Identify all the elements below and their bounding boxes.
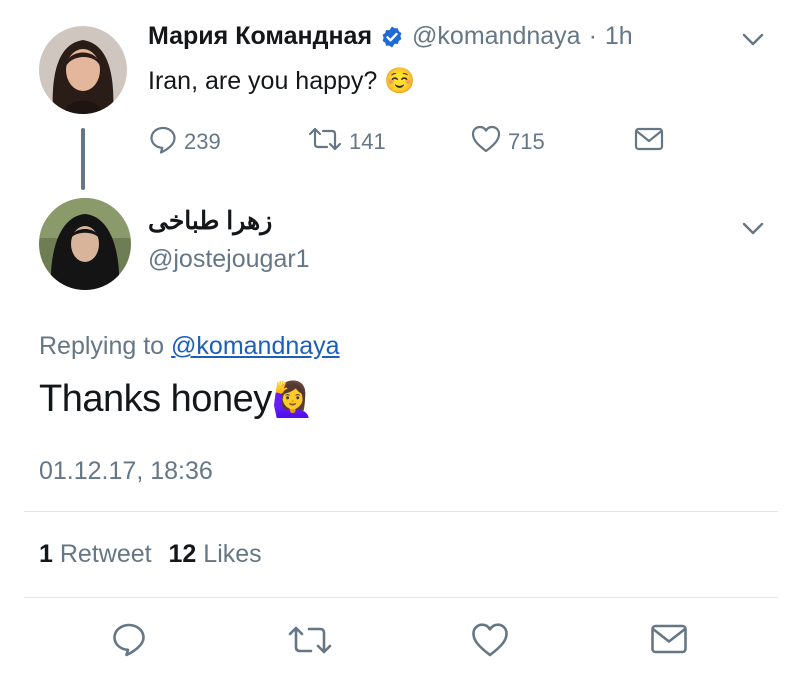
display-name[interactable]: Мария Командная xyxy=(148,22,372,51)
reply-icon xyxy=(110,623,148,662)
tweet-text: Iran, are you happy? xyxy=(148,67,378,95)
like-action[interactable]: 715 xyxy=(470,124,545,160)
replying-to-line: Replying to @komandnaya xyxy=(39,332,340,361)
reply-button[interactable] xyxy=(110,620,148,663)
avatar-jostejougar1[interactable] xyxy=(39,198,131,290)
envelope-icon xyxy=(633,125,665,159)
reply-body: Thanks honey🙋‍♀️ xyxy=(39,378,314,421)
like-button[interactable] xyxy=(470,621,510,664)
replying-to-prefix: Replying to xyxy=(39,332,165,360)
heart-icon xyxy=(470,124,502,160)
tweet-time: 1h xyxy=(604,22,633,50)
thread-connector xyxy=(81,128,85,190)
retweet-stat[interactable]: 1 Retweet xyxy=(39,540,159,568)
retweet-count: 141 xyxy=(349,129,386,154)
reply-icon xyxy=(148,124,178,160)
reply-display-name[interactable]: زهرا طباخی xyxy=(148,206,272,236)
likes-stat[interactable]: 12 Likes xyxy=(169,540,262,568)
reply-timestamp: 01.12.17, 18:36 xyxy=(39,457,213,485)
verified-badge-icon xyxy=(380,25,404,49)
retweet-label: Retweet xyxy=(59,540,152,568)
smiling-emoji: ☺️ xyxy=(384,67,416,95)
engagement-stats: 1 Retweet 12 Likes xyxy=(39,540,262,569)
separator-dot: · xyxy=(588,22,597,50)
avatar-komandnaya[interactable] xyxy=(39,26,127,114)
reply-handle[interactable]: @jostejougar1 xyxy=(148,245,310,274)
reply-text: Thanks honey xyxy=(39,378,272,420)
retweet-total: 1 xyxy=(39,540,53,568)
replying-to-link[interactable]: @komandnaya xyxy=(171,332,340,360)
heart-icon xyxy=(470,623,510,663)
likes-label: Likes xyxy=(203,540,262,568)
retweet-icon xyxy=(307,124,343,160)
envelope-icon xyxy=(649,624,689,661)
message-action[interactable] xyxy=(633,125,665,159)
handle[interactable]: @komandnaya xyxy=(412,22,581,51)
retweet-action[interactable]: 141 xyxy=(307,124,386,160)
chevron-down-icon[interactable] xyxy=(740,218,766,238)
divider-bottom xyxy=(24,597,778,598)
raising-hand-emoji: 🙋‍♀️ xyxy=(271,381,314,419)
like-count: 715 xyxy=(508,129,545,154)
retweet-button[interactable] xyxy=(287,622,333,663)
tweet-body: Iran, are you happy? ☺️ xyxy=(148,67,415,96)
likes-total: 12 xyxy=(168,540,197,568)
reply-action[interactable]: 239 xyxy=(148,124,221,160)
message-button[interactable] xyxy=(649,621,689,662)
reply-header: زهرا طباخی xyxy=(148,206,272,236)
chevron-down-icon[interactable] xyxy=(740,29,766,49)
reply-count: 239 xyxy=(184,129,221,154)
tweet-header: Мария Командная @komandnaya · 1h xyxy=(148,22,633,51)
retweet-icon xyxy=(287,626,333,662)
divider-top xyxy=(24,511,778,512)
